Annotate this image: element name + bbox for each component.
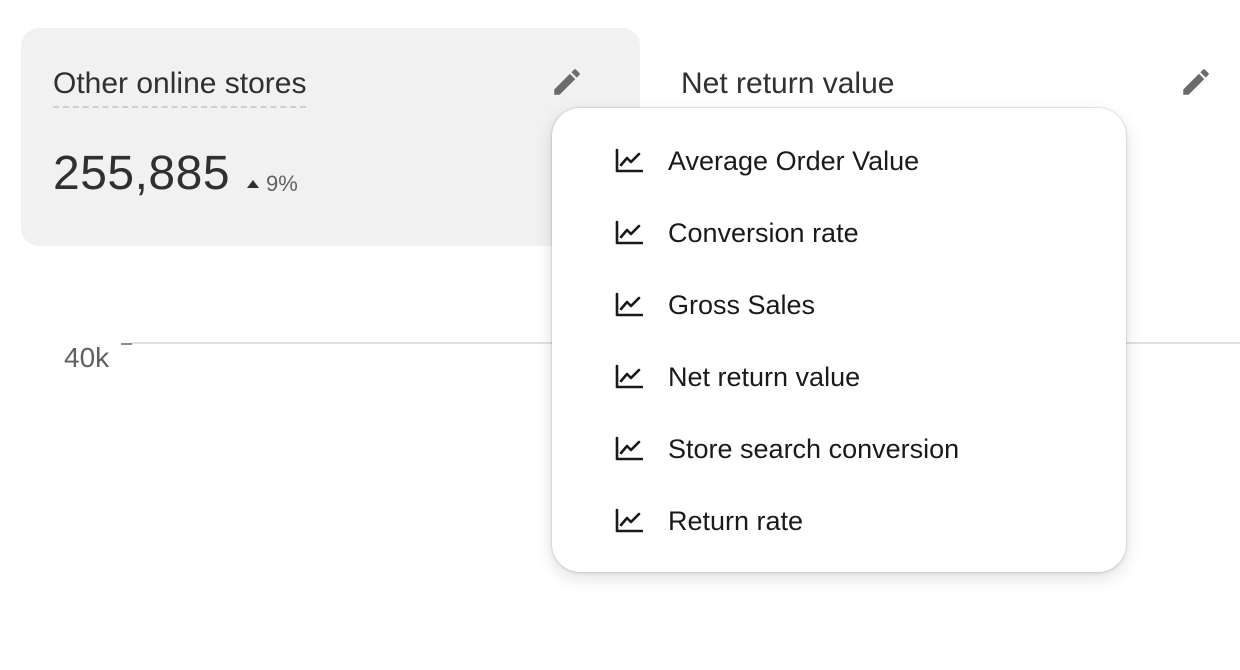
pencil-icon (1179, 65, 1213, 104)
trend-percent: 9% (266, 171, 298, 196)
line-chart-icon (614, 146, 644, 176)
metric-selector-menu: Average Order Value Conversion rate Gros… (552, 108, 1126, 572)
menu-item-net-return-value[interactable]: Net return value (552, 341, 1126, 413)
menu-item-label: Gross Sales (668, 289, 816, 320)
card-title[interactable]: Net return value (681, 66, 894, 102)
menu-item-conversion-rate[interactable]: Conversion rate (552, 197, 1126, 269)
pencil-icon (550, 65, 584, 104)
trend-indicator: 9% (246, 171, 298, 197)
y-axis-tick-label: 40k (64, 342, 110, 373)
edit-button[interactable] (1176, 64, 1216, 104)
line-chart-icon (614, 218, 644, 248)
menu-item-label: Return rate (668, 505, 804, 536)
caret-up-icon (247, 180, 260, 188)
menu-item-average-order-value[interactable]: Average Order Value (552, 125, 1126, 197)
line-chart-icon (614, 434, 644, 464)
metric-card-other-online-stores[interactable]: Other online stores 255,885 9% (21, 28, 640, 246)
edit-button[interactable] (547, 64, 587, 104)
y-axis-tick (121, 343, 132, 345)
menu-item-store-search-conversion[interactable]: Store search conversion (552, 413, 1126, 485)
metric-row: 255,885 9% (53, 146, 298, 202)
metric-value: 255,885 (53, 147, 231, 200)
line-chart-icon (614, 362, 644, 392)
card-title[interactable]: Other online stores (53, 66, 307, 108)
line-chart-icon (614, 506, 644, 536)
menu-item-return-rate[interactable]: Return rate (552, 485, 1126, 557)
line-chart-icon (614, 290, 644, 320)
menu-item-label: Store search conversion (668, 433, 960, 464)
menu-item-label: Average Order Value (668, 145, 920, 176)
menu-item-label: Conversion rate (668, 217, 859, 248)
menu-item-gross-sales[interactable]: Gross Sales (552, 269, 1126, 341)
menu-item-label: Net return value (668, 361, 861, 392)
